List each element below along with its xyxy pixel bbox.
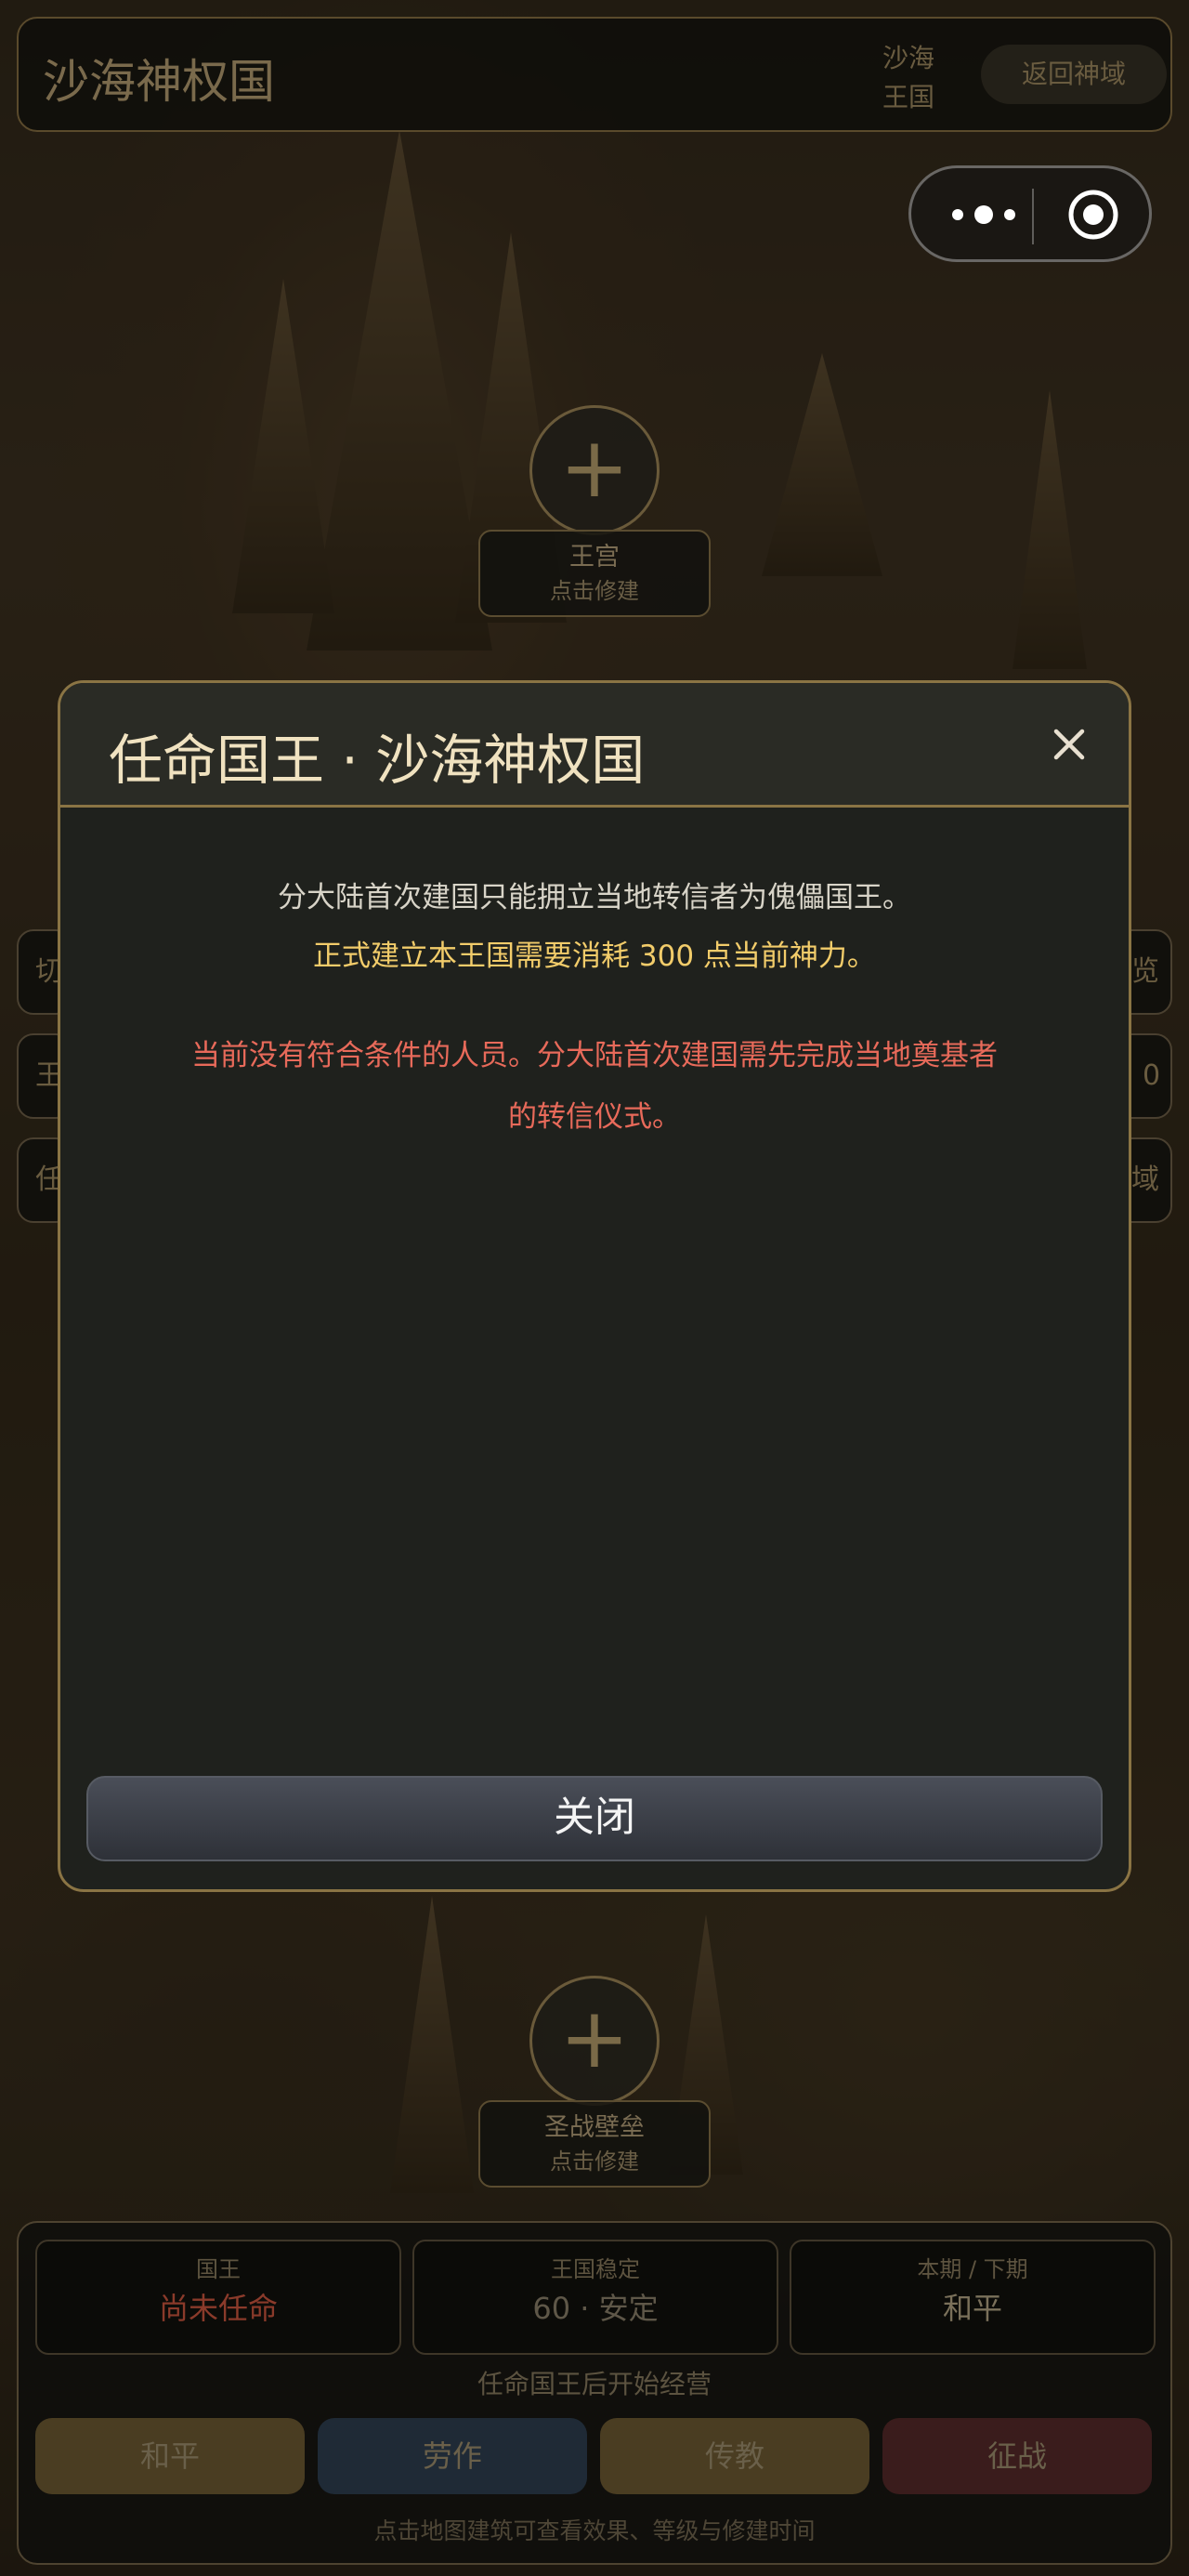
dialog-warning-line2: 的转信仪式。 xyxy=(508,1100,681,1134)
mini-program-capsule xyxy=(908,165,1152,262)
palace-label: 王宫 点击修建 xyxy=(478,530,711,617)
close-x-icon[interactable] xyxy=(1045,720,1093,769)
dialog-title: 任命国王 · 沙海神权国 xyxy=(109,729,646,792)
top-bar: 沙海神权国 沙海 王国 返回神域 xyxy=(17,17,1172,132)
fortress-label: 圣战壁垒 点击修建 xyxy=(478,2100,711,2188)
target-circle-icon[interactable] xyxy=(1067,189,1119,241)
stat-period-value: 和平 xyxy=(942,2291,1002,2326)
palace-building[interactable]: + 王宫 点击修建 xyxy=(478,405,711,617)
plus-icon[interactable]: + xyxy=(529,405,660,535)
fortress-hint: 点击修建 xyxy=(550,2149,639,2175)
stat-period-key: 本期 / 下期 xyxy=(917,2256,1028,2282)
more-dots-icon[interactable] xyxy=(947,196,1021,233)
stat-king-value: 尚未任命 xyxy=(158,2291,278,2326)
close-button[interactable]: 关闭 xyxy=(86,1776,1103,1861)
kingdom-title: 沙海神权国 xyxy=(43,55,275,109)
stat-stability-value: 60 · 安定 xyxy=(532,2291,659,2326)
kingdom-status-panel: 国王 尚未任命 王国稳定 60 · 安定 本期 / 下期 和平 任命国王后开始经… xyxy=(17,2221,1172,2565)
back-to-divine-realm-button[interactable]: 返回神域 xyxy=(981,45,1167,104)
dialog-warning-line1: 当前没有符合条件的人员。分大陆首次建国需先完成当地奠基者 xyxy=(191,1039,998,1072)
panel-hint-top: 任命国王后开始经营 xyxy=(477,2369,712,2399)
policy-labor-button[interactable]: 劳作 xyxy=(318,2418,587,2494)
fortress-name: 圣战壁垒 xyxy=(544,2113,645,2142)
appoint-king-dialog: 任命国王 · 沙海神权国 分大陆首次建国只能拥立当地转信者为傀儡国王。 正式建立… xyxy=(58,680,1131,1892)
stat-stability-key: 王国稳定 xyxy=(551,2256,640,2282)
policy-preach-button[interactable]: 传教 xyxy=(600,2418,869,2494)
dialog-body: 分大陆首次建国只能拥立当地转信者为傀儡国王。 正式建立本王国需要消耗 300 点… xyxy=(60,867,1129,1148)
stat-king: 国王 尚未任命 xyxy=(35,2240,401,2355)
stat-king-key: 国王 xyxy=(196,2256,241,2282)
kingdom-type-line1: 沙海 xyxy=(882,43,935,73)
kingdom-type: 沙海 王国 xyxy=(882,39,934,117)
stat-period: 本期 / 下期 和平 xyxy=(790,2240,1156,2355)
palace-name: 王宫 xyxy=(569,543,620,572)
stat-stability: 王国稳定 60 · 安定 xyxy=(412,2240,778,2355)
plus-icon[interactable]: + xyxy=(529,1976,660,2106)
kingdom-type-line2: 王国 xyxy=(882,82,935,112)
dialog-header: 任命国王 · 沙海神权国 xyxy=(60,683,1129,808)
capsule-divider xyxy=(1032,189,1034,244)
policy-peace-button[interactable]: 和平 xyxy=(35,2418,305,2494)
dialog-cost-line: 正式建立本王国需要消耗 300 点当前神力。 xyxy=(313,940,876,973)
dialog-info-line: 分大陆首次建国只能拥立当地转信者为傀儡国王。 xyxy=(278,881,911,914)
dialog-warning: 当前没有符合条件的人员。分大陆首次建国需先完成当地奠基者 的转信仪式。 xyxy=(60,1025,1129,1148)
fortress-building[interactable]: + 圣战壁垒 点击修建 xyxy=(478,1976,711,2188)
panel-hint-bottom: 点击地图建筑可查看效果、等级与修建时间 xyxy=(373,2517,816,2544)
policy-war-button[interactable]: 征战 xyxy=(882,2418,1152,2494)
palace-hint: 点击修建 xyxy=(550,578,639,604)
